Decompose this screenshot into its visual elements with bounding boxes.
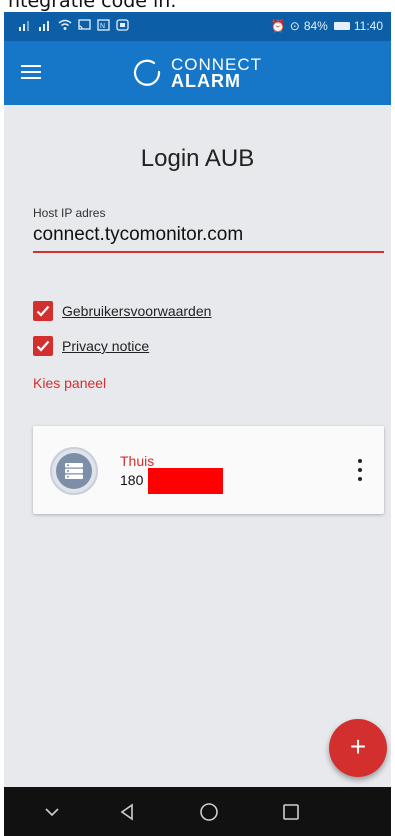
- privacy-checkbox-row[interactable]: Privacy notice: [33, 335, 149, 357]
- signal-icon-2: [39, 21, 49, 31]
- server-icon: [65, 463, 83, 479]
- chevron-down-icon[interactable]: [37, 797, 67, 827]
- cast-icon: [78, 19, 91, 30]
- panel-card[interactable]: Thuis 180: [33, 426, 384, 514]
- login-screen: Login AUB Host IP adres Gebruikersvoorwa…: [4, 105, 391, 787]
- phone-screen: N ⏰ ⊙ 84% 11:40 CONNECT ALARM Login AUB …: [4, 12, 391, 836]
- privacy-link[interactable]: Privacy notice: [62, 338, 149, 354]
- wifi-icon: [58, 19, 72, 30]
- hamburger-menu-icon[interactable]: [18, 61, 44, 85]
- brand-word-bottom: ALARM: [171, 71, 241, 91]
- home-icon[interactable]: [194, 797, 224, 827]
- battery-icon: [333, 22, 350, 30]
- alarm-icon: ⏰: [270, 19, 286, 33]
- page-title: Login AUB: [140, 145, 255, 172]
- panel-id: 180: [120, 472, 144, 488]
- status-icons-right: ⏰ ⊙ 84% 11:40: [271, 19, 383, 33]
- caption-text: ntegratie code in.: [8, 0, 177, 12]
- app-bar: CONNECT ALARM: [4, 41, 391, 105]
- redaction-box: [148, 468, 223, 494]
- nfc-icon: N: [97, 19, 110, 31]
- terms-link[interactable]: Gebruikersvoorwaarden: [62, 303, 211, 319]
- clock: 11:40: [353, 19, 383, 33]
- privacy-checkbox[interactable]: [33, 336, 53, 356]
- panel-avatar: [50, 447, 98, 495]
- system-nav-bar: [4, 787, 391, 836]
- terms-checkbox-row[interactable]: Gebruikersvoorwaarden: [33, 300, 211, 322]
- recent-apps-icon[interactable]: [276, 797, 306, 827]
- battery-percent: 84%: [303, 19, 328, 33]
- brand-logo: CONNECT ALARM: [133, 56, 262, 90]
- location-icon: ⊙: [289, 19, 300, 33]
- notification-icon: [116, 19, 129, 31]
- panel-name: Thuis: [120, 453, 155, 469]
- status-icons-left: N: [18, 19, 129, 31]
- add-panel-button[interactable]: +: [329, 719, 387, 777]
- signal-icon: [19, 21, 29, 31]
- svg-text:N: N: [100, 23, 105, 30]
- back-icon[interactable]: [112, 797, 142, 827]
- checkmark-icon: [36, 340, 50, 352]
- logo-ring-icon: [133, 59, 161, 86]
- host-ip-label: Host IP adres: [33, 206, 106, 220]
- screenshot-caption: ntegratie code in.: [0, 0, 395, 12]
- more-options-icon[interactable]: [354, 459, 366, 481]
- status-bar: N ⏰ ⊙ 84% 11:40: [4, 12, 391, 41]
- host-ip-input[interactable]: [33, 219, 384, 253]
- terms-checkbox[interactable]: [33, 301, 53, 321]
- checkmark-icon: [36, 305, 50, 317]
- choose-panel-label: Kies paneel: [33, 375, 107, 391]
- brand-wordmark: CONNECT ALARM: [171, 56, 262, 90]
